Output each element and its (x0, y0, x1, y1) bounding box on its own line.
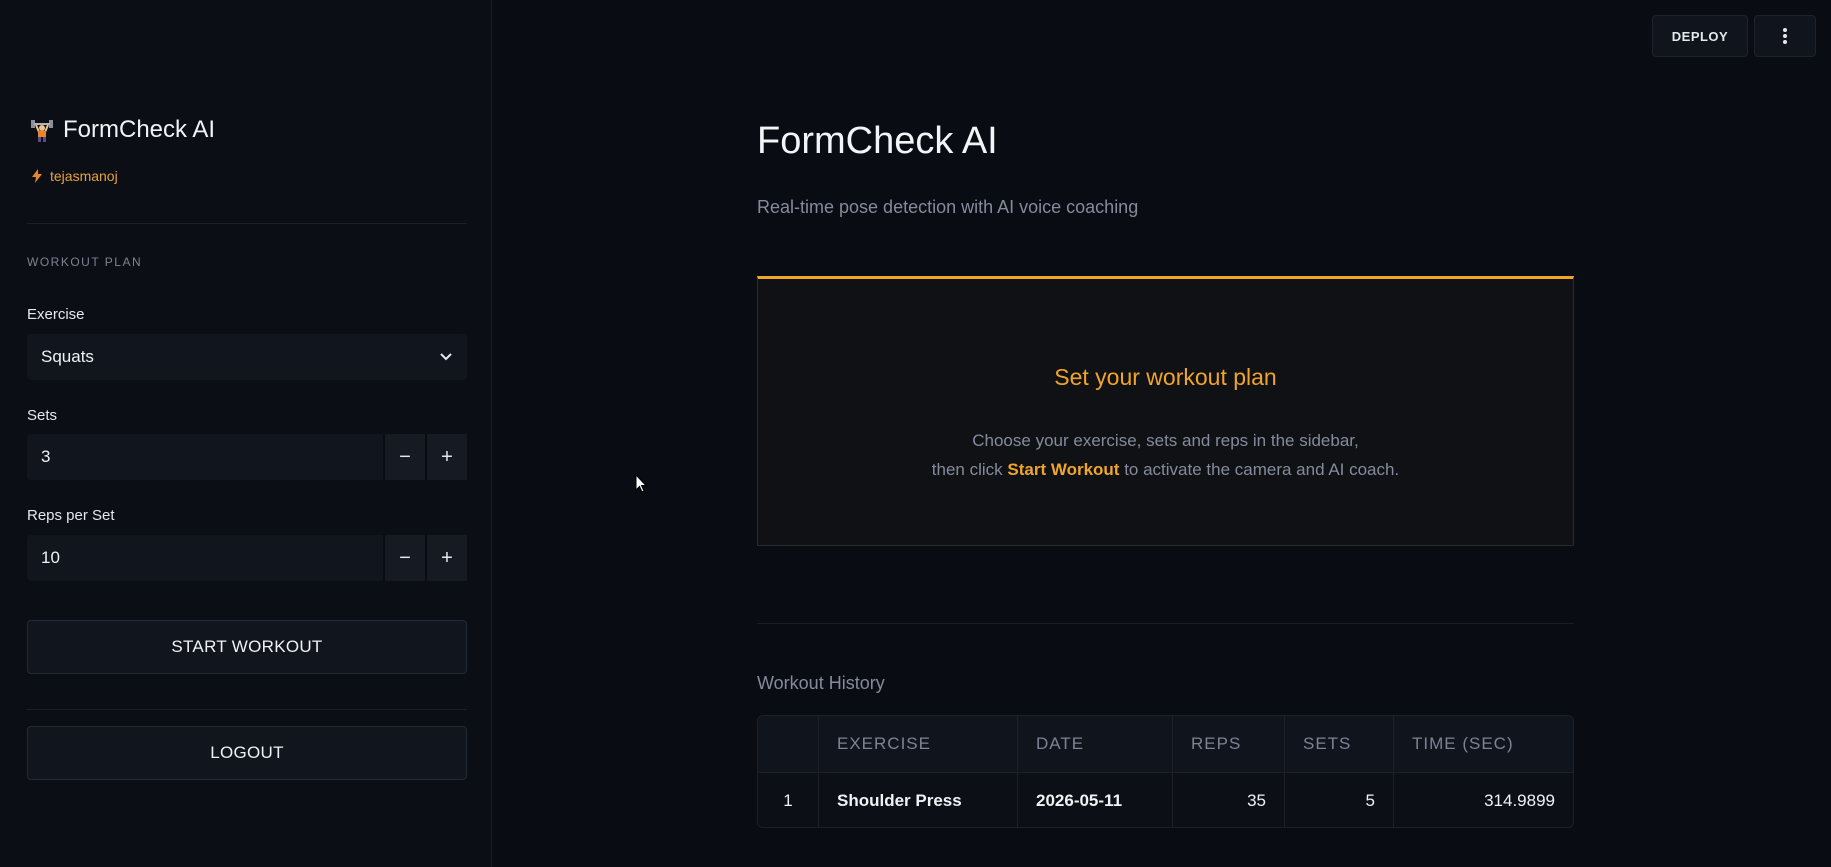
card-text-post: to activate the camera and AI coach. (1119, 460, 1400, 479)
table-row: 1 Shoulder Press 2026-05-11 35 5 314.989… (758, 773, 1573, 827)
weightlifter-icon (31, 120, 53, 142)
sets-label: Sets (27, 407, 58, 424)
username: tejasmanoj (50, 168, 118, 184)
sidebar: FormCheck AI tejasmanoj WORKOUT PLAN Exe… (0, 0, 492, 867)
vertical-dots-icon (1783, 28, 1787, 44)
exercise-value: Squats (41, 347, 94, 366)
exercise-label: Exercise (27, 306, 85, 323)
exercise-select[interactable]: Squats (27, 334, 467, 380)
cell-sets: 5 (1285, 773, 1394, 827)
chevron-down-icon (440, 353, 452, 361)
table-header-row: EXERCISE DATE REPS SETS TIME (SEC) (758, 716, 1573, 773)
history-label: Workout History (757, 673, 885, 693)
page-title: FormCheck AI (757, 120, 998, 162)
logout-button[interactable]: LOGOUT (27, 726, 467, 780)
deploy-button[interactable]: DEPLOY (1652, 15, 1748, 57)
cell-time: 314.9899 (1484, 791, 1555, 810)
card-text-line1: Choose your exercise, sets and reps in t… (972, 431, 1359, 450)
start-workout-button[interactable]: START WORKOUT (27, 620, 467, 674)
card-title: Set your workout plan (1054, 364, 1277, 390)
workout-plan-card: Set your workout plan Choose your exerci… (757, 276, 1574, 546)
main-divider (757, 623, 1574, 624)
cell-reps: 35 (1173, 773, 1285, 827)
card-text-line2: then click Start Workout to activate the… (758, 460, 1573, 480)
app-title: FormCheck AI (63, 116, 216, 143)
header-exercise[interactable]: EXERCISE (819, 716, 1018, 772)
header-reps[interactable]: REPS (1173, 716, 1285, 772)
lightning-icon (32, 169, 42, 183)
brand: FormCheck AI (31, 116, 215, 144)
user-badge: tejasmanoj (32, 168, 118, 184)
reps-decrement-button[interactable]: − (383, 535, 425, 581)
workout-history-table: EXERCISE DATE REPS SETS TIME (SEC) 1 Sho… (757, 715, 1574, 828)
header-date[interactable]: DATE (1018, 716, 1173, 772)
sets-increment-button[interactable]: + (425, 434, 467, 480)
section-label: WORKOUT PLAN (27, 255, 143, 269)
reps-increment-button[interactable]: + (425, 535, 467, 581)
card-text-pre: then click (931, 460, 1008, 479)
cell-date: 2026-05-11 (1018, 773, 1173, 827)
header-time[interactable]: TIME (SEC) (1394, 716, 1573, 772)
page-subtitle: Real-time pose detection with AI voice c… (757, 197, 1139, 217)
main-menu-button[interactable] (1754, 15, 1816, 57)
reps-input[interactable]: 10 (27, 535, 383, 581)
reps-stepper: 10 − + (27, 535, 467, 581)
cell-exercise: Shoulder Press (819, 773, 1018, 827)
header-sets[interactable]: SETS (1285, 716, 1394, 772)
reps-label: Reps per Set (27, 507, 115, 524)
sets-decrement-button[interactable]: − (383, 434, 425, 480)
sidebar-divider (27, 709, 467, 710)
start-workout-highlight: Start Workout (1007, 460, 1120, 479)
mouse-cursor-icon (635, 474, 647, 493)
sidebar-divider (27, 223, 467, 224)
sets-input[interactable]: 3 (27, 434, 383, 480)
header-index[interactable] (758, 716, 819, 772)
sets-stepper: 3 − + (27, 434, 467, 480)
cell-index: 1 (758, 773, 819, 827)
